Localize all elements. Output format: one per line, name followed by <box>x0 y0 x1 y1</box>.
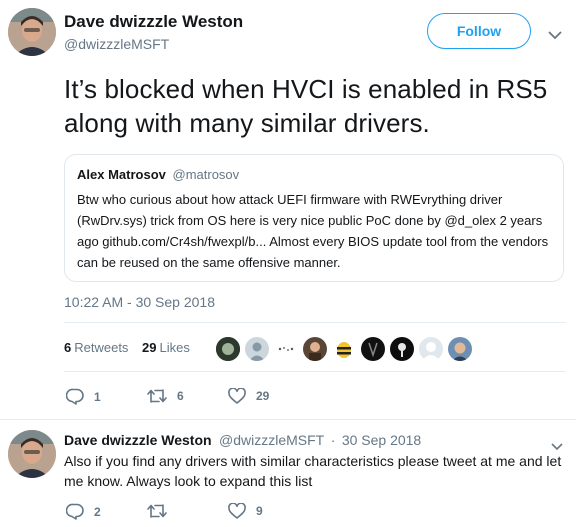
divider <box>64 322 566 323</box>
retweet-icon <box>147 504 167 518</box>
author-handle[interactable]: @dwizzzleMSFT <box>64 36 169 52</box>
likes-count: 29 <box>142 340 157 355</box>
reply-text: Also if you find any drivers with simila… <box>64 453 562 489</box>
quoted-tweet-header: Alex Matrosov @matrosov <box>77 167 239 182</box>
author-avatar[interactable] <box>8 8 56 56</box>
liker-avatar[interactable] <box>448 337 472 361</box>
reply-author-avatar[interactable] <box>8 430 56 478</box>
quoted-author-name: Alex Matrosov <box>77 167 166 182</box>
reply-action[interactable]: 2 <box>66 503 101 520</box>
retweets-count: 6 <box>64 340 72 355</box>
retweet-count: 6 <box>177 389 184 403</box>
reply-author-handle[interactable]: @dwizzzleMSFT <box>219 432 324 448</box>
liker-avatar[interactable] <box>303 337 327 361</box>
liker-avatar[interactable] <box>245 337 269 361</box>
liker-avatar[interactable] <box>274 337 298 361</box>
heart-icon <box>228 388 246 404</box>
chevron-down-icon[interactable] <box>548 27 562 45</box>
reply-author-name[interactable]: Dave dwizzzle Weston <box>64 432 212 448</box>
reply-count: 2 <box>94 504 101 519</box>
reply-header: Dave dwizzzle Weston @dwizzzleMSFT · 30 … <box>64 432 421 450</box>
like-action[interactable]: 9 <box>228 503 263 519</box>
liker-avatar[interactable] <box>390 337 414 361</box>
quoted-tweet-card[interactable]: Alex Matrosov @matrosov Btw who curious … <box>64 154 564 282</box>
likes-label: Likes <box>159 340 190 355</box>
retweets-label: Retweets <box>74 340 129 355</box>
reply-icon <box>66 503 84 520</box>
liker-avatar[interactable] <box>361 337 385 361</box>
heart-icon <box>228 503 246 519</box>
like-count: 9 <box>256 504 263 518</box>
author-name[interactable]: Dave dwizzzle Weston <box>64 12 243 32</box>
follow-button[interactable]: Follow <box>427 13 531 49</box>
reply-date[interactable]: 30 Sep 2018 <box>342 432 421 448</box>
like-action[interactable]: 29 <box>228 388 269 404</box>
tweet-timestamp[interactable]: 10:22 AM - 30 Sep 2018 <box>64 294 215 310</box>
reply-separator: · <box>330 432 336 448</box>
reply-count: 1 <box>94 389 101 404</box>
quoted-tweet-text: Btw who curious about how attack UEFI fi… <box>77 192 549 270</box>
divider <box>0 419 576 420</box>
retweet-action[interactable]: 6 <box>147 388 184 404</box>
liker-avatar[interactable] <box>419 337 443 361</box>
quoted-author-handle: @matrosov <box>172 167 240 182</box>
retweet-action[interactable] <box>147 503 177 519</box>
retweet-icon <box>147 389 167 403</box>
divider <box>64 371 566 372</box>
likes-stat[interactable]: 29 Likes <box>142 340 190 355</box>
like-count: 29 <box>256 389 270 403</box>
retweets-stat[interactable]: 6 Retweets <box>64 340 128 355</box>
liker-avatar[interactable] <box>216 337 240 361</box>
reply-action[interactable]: 1 <box>66 388 101 405</box>
reply-icon <box>66 388 84 405</box>
liker-avatar[interactable] <box>332 337 356 361</box>
tweet-text: It’s blocked when HVCI is enabled in RS5… <box>64 74 548 138</box>
